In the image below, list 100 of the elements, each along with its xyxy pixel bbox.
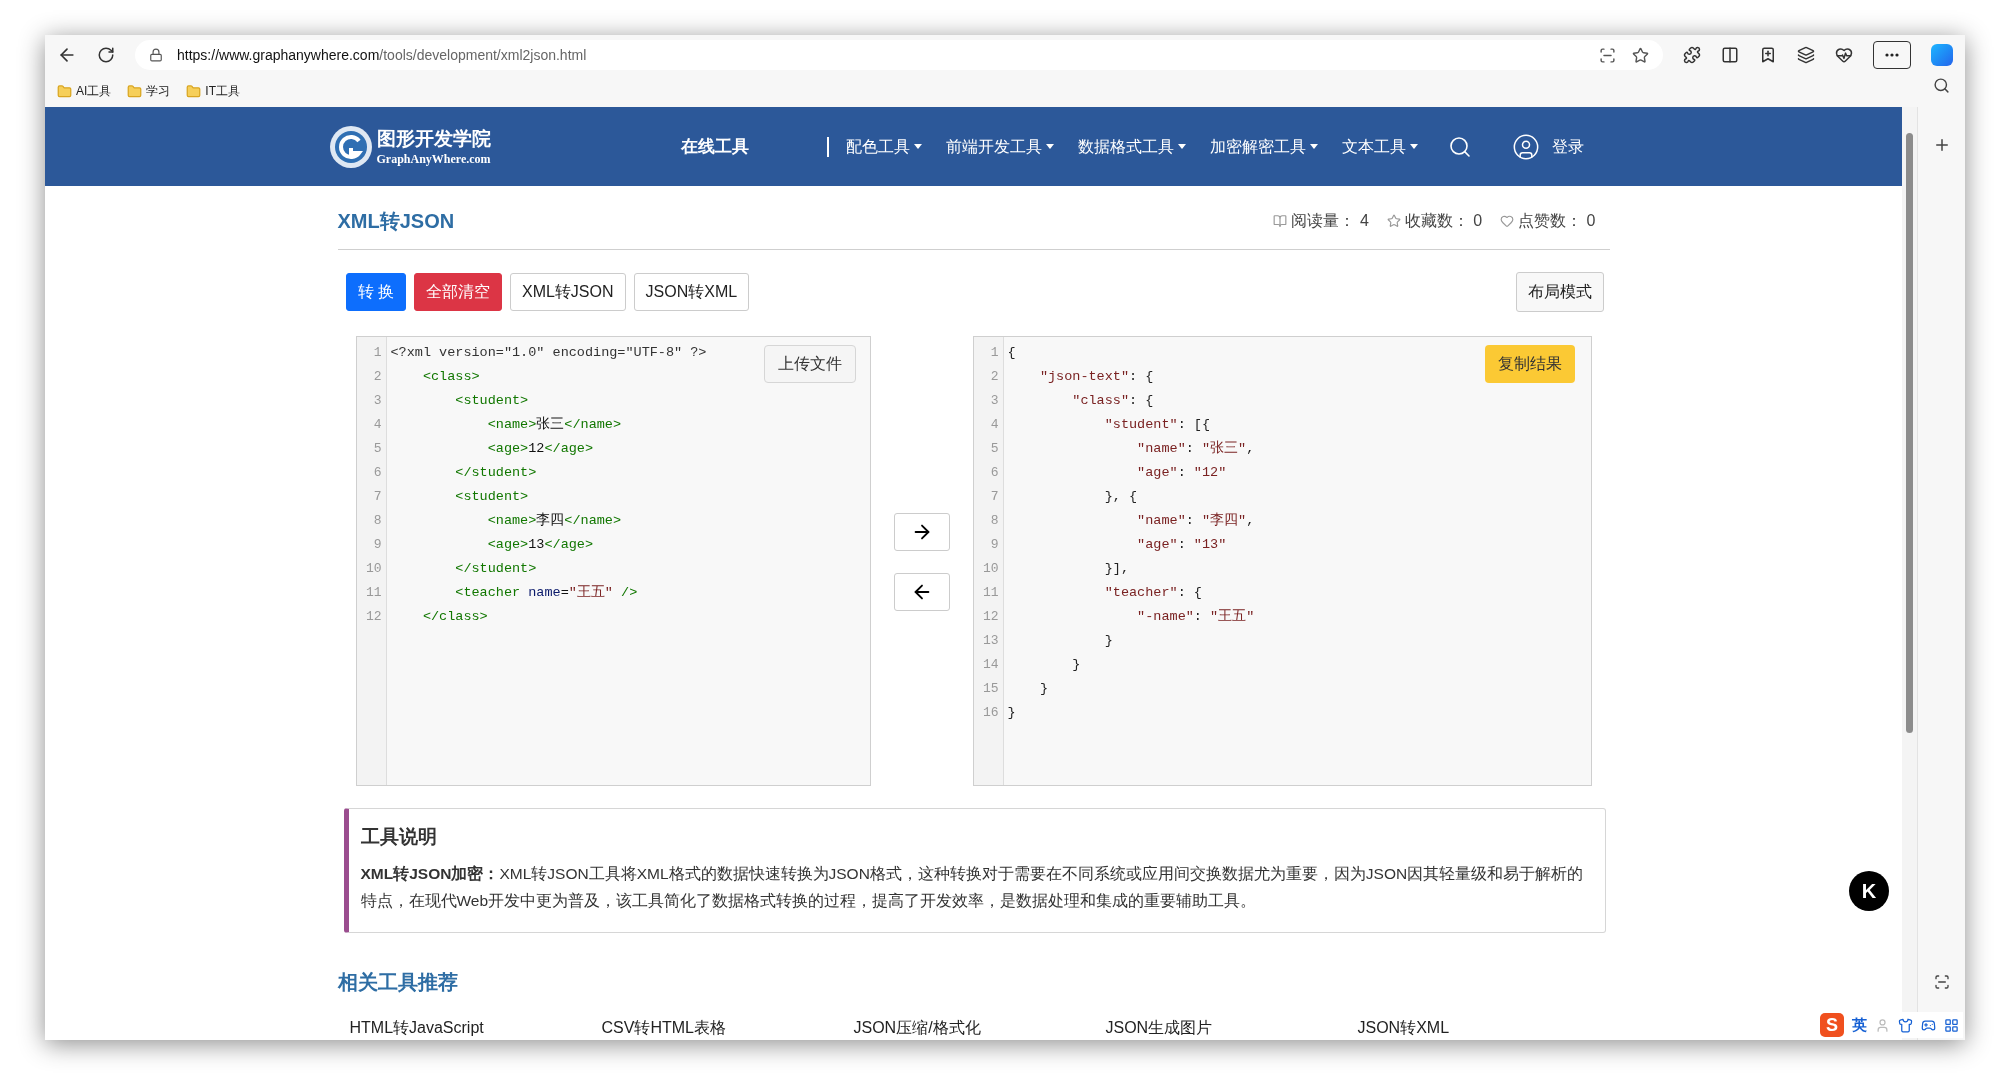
line-number: 15 (981, 680, 1000, 698)
line-number: 1 (989, 344, 1000, 362)
code-line: </student> (454, 464, 538, 482)
code-line: "age": "13" (1136, 536, 1228, 554)
toolbar-button[interactable]: 全部清空 (413, 273, 502, 311)
code-line: </student> (454, 560, 538, 578)
line-number: 8 (372, 512, 383, 530)
line-number: 10 (981, 560, 1000, 578)
nav-dropdown[interactable]: 前端开发工具 (945, 134, 1054, 159)
more-icon (1885, 53, 1899, 57)
nav-link[interactable]: 在线工具 (680, 133, 749, 160)
code-line: <student> (454, 392, 530, 410)
search-icon[interactable] (1933, 77, 1950, 94)
tool-link[interactable]: JSON转XML (1357, 1018, 1610, 1037)
reload-icon[interactable] (97, 46, 115, 64)
screenshot-icon[interactable] (1933, 974, 1950, 990)
collections-icon[interactable] (1797, 46, 1815, 64)
code-editor[interactable]: 1 2 3 4 5 6 7 8 9 10 11 12 13 14 15 16 { "json-text": { "class": { "student": [{ "name": "张三", "age": "12" }, { "name": "李四", "age": "13" }], "teacher": { "-name": "王五" } } } } 复制结果 (972, 336, 1592, 786)
description-text: XML转JSON加密：XML转JSON工具将XML格式的数据快速转换为JSON格式，这种转换对于需要在不同系统或应用间交换数据尤为重要，因为JSON因其轻量级和易于解析的特点，在现代Web开发中更为普及，该工具简化了数据格式转换的过程，提高了开发效率，是数据处理和集成的重要辅助工具。 (360, 863, 1585, 911)
tool-link[interactable]: CSV转HTML表格 (601, 1018, 854, 1037)
bookmark-item[interactable]: IT工具 (186, 82, 240, 100)
code-line: "student": [{ (1103, 416, 1212, 434)
tool-link[interactable]: JSON压缩/格式化 (853, 1018, 1106, 1037)
grid-icon (1944, 1017, 1959, 1033)
line-number: 3 (372, 392, 383, 410)
line-number: 4 (372, 416, 383, 434)
nav-dropdown[interactable]: 数据格式工具 (1077, 134, 1186, 159)
toolbar-button[interactable]: JSON转XML (633, 273, 750, 311)
favorite-star-icon[interactable] (1632, 46, 1649, 64)
bookmark-item[interactable]: AI工具 (57, 82, 112, 100)
code-line: } (1038, 680, 1049, 698)
nav-dropdown[interactable]: 文本工具 (1341, 134, 1418, 159)
code-line: </class> (421, 608, 489, 626)
search-icon[interactable] (1447, 134, 1472, 159)
extensions-icon[interactable] (1683, 46, 1701, 64)
line-number: 11 (364, 584, 383, 602)
code-line: "-name": "王五" (1136, 608, 1255, 626)
caret-icon (1309, 144, 1318, 149)
code-line: } (1103, 632, 1114, 650)
gamepad-icon (1921, 1017, 1936, 1033)
logo-subtitle: GraphAnyWhere.com (376, 150, 491, 167)
layout-mode-button[interactable]: 布局模式 (1515, 272, 1604, 312)
scrollbar-thumb[interactable] (1906, 133, 1913, 733)
line-number: 9 (989, 536, 1000, 554)
toolbar-button[interactable]: XML转JSON (509, 273, 626, 311)
line-number: 2 (989, 368, 1000, 386)
code-line: <student> (454, 488, 530, 506)
code-line: <age>13</age> (486, 536, 595, 554)
favorites-icon[interactable] (1759, 46, 1777, 64)
logo-icon (328, 124, 373, 169)
code-line: "name": "张三", (1136, 439, 1255, 458)
line-number: 14 (981, 656, 1000, 674)
line-number: 5 (372, 440, 383, 458)
line-number: 7 (372, 488, 383, 506)
upload-file-button[interactable]: 上传文件 (763, 345, 856, 383)
tool-link[interactable]: HTML转JavaScript (349, 1018, 602, 1037)
code-line: "age": "12" (1136, 464, 1228, 482)
line-number: 6 (372, 464, 383, 482)
code-line: "json-text": { (1038, 368, 1155, 386)
line-number: 1 (372, 344, 383, 362)
copy-result-button[interactable]: 复制结果 (1484, 345, 1575, 383)
code-line: "class": { (1071, 392, 1155, 410)
folder-icon (57, 83, 72, 99)
heart-icon (1500, 213, 1515, 228)
line-number: 8 (989, 512, 1000, 530)
health-icon[interactable] (1835, 46, 1853, 64)
line-number: 11 (981, 584, 1000, 602)
ime-logo: S (1820, 1013, 1844, 1037)
star-icon (1386, 213, 1401, 228)
tool-link[interactable]: JSON生成图片 (1105, 1018, 1358, 1037)
line-number: 12 (981, 608, 1000, 626)
bookmark-item[interactable]: 学习 (127, 82, 171, 100)
floating-badge[interactable]: K (1849, 871, 1889, 911)
toolbar-button[interactable]: 转 换 (345, 273, 406, 311)
code-line: { (1007, 344, 1017, 362)
line-number: 13 (981, 632, 1000, 650)
line-number: 16 (981, 704, 1000, 722)
code-line: <teacher name="王五" /> (454, 584, 639, 602)
section-title: 相关工具推荐 (337, 969, 459, 995)
address-bar[interactable]: https://www.graphanywhere.com/tools/development/xml2json.html (135, 40, 1663, 70)
nav-dropdown[interactable]: 配色工具 (845, 134, 922, 159)
line-number: 10 (364, 560, 383, 578)
code-line: }, { (1103, 488, 1139, 506)
line-number: 3 (989, 392, 1000, 410)
line-number: 6 (989, 464, 1000, 482)
login-link[interactable]: 登录 (1551, 134, 1584, 159)
nav-dropdown[interactable]: 加密解密工具 (1209, 134, 1318, 159)
split-screen-icon[interactable] (1721, 46, 1739, 64)
more-menu-button[interactable] (1873, 41, 1911, 69)
shirt-icon (1898, 1017, 1913, 1033)
convert-right-button[interactable] (893, 513, 950, 551)
user-icon[interactable] (1511, 132, 1540, 161)
code-line: "name": "李四", (1136, 511, 1255, 530)
stat-text: 点赞数： 0 (1518, 210, 1596, 231)
line-number: 2 (372, 368, 383, 386)
convert-left-button[interactable] (893, 573, 950, 611)
folder-icon (186, 83, 202, 99)
caret-icon (1045, 144, 1054, 149)
url-text: https://www.graphanywhere.com/tools/development/xml2json.html (177, 45, 587, 65)
line-number: 4 (989, 416, 1000, 434)
